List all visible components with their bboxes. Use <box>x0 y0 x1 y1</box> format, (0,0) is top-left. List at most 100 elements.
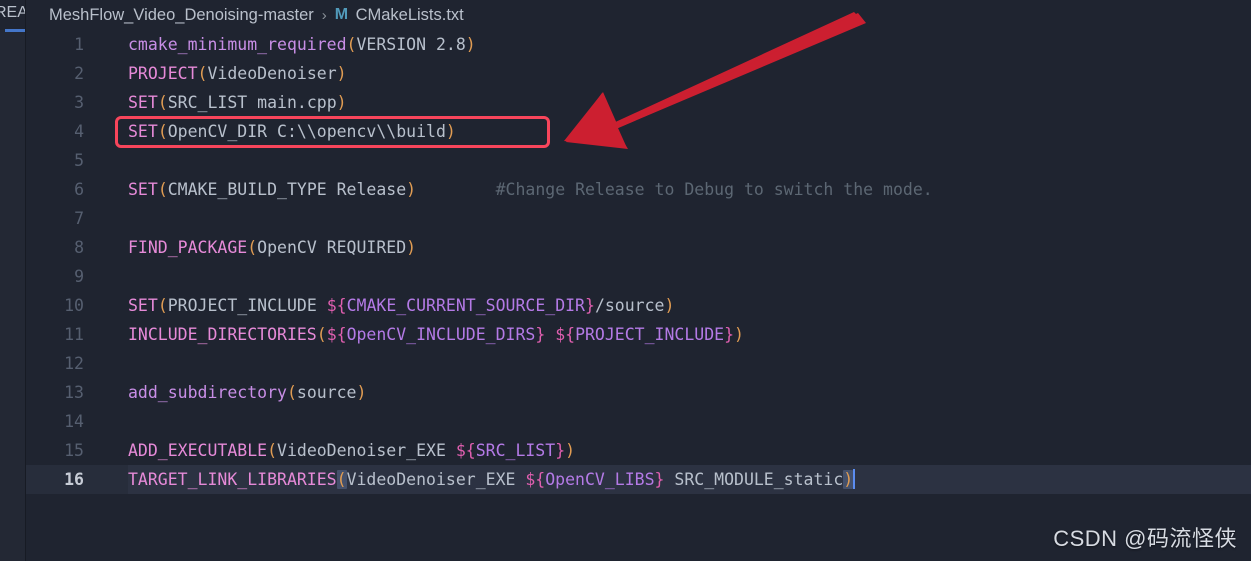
breadcrumb-separator-icon: › <box>321 6 327 24</box>
code-line[interactable]: 4 SET(OpenCV_DIR C:\\opencv\\build) <box>26 117 1251 146</box>
code-line[interactable]: 16 TARGET_LINK_LIBRARIES(VideoDenoiser_EX… <box>26 465 1251 494</box>
code-token: VideoDenoiser_EXE <box>277 441 456 460</box>
line-number: 12 <box>64 354 84 373</box>
breadcrumb-folder[interactable]: MeshFlow_Video_Denoising-master <box>49 6 314 25</box>
code-text[interactable]: SET(SRC_LIST main.cpp) <box>128 88 347 117</box>
code-token: ) <box>406 238 417 257</box>
code-token: OpenCV REQUIRED <box>257 238 407 257</box>
code-token: ( <box>316 325 327 344</box>
code-token: VERSION 2.8 <box>356 35 466 54</box>
code-token: CMAKE_BUILD_TYPE Release <box>167 180 407 199</box>
code-token: ) <box>465 35 476 54</box>
code-line[interactable]: 7 <box>26 204 1251 233</box>
code-token: source <box>296 383 357 402</box>
tab-readme[interactable]: REA <box>0 0 26 30</box>
code-line[interactable]: 13 add_subdirectory(source) <box>26 378 1251 407</box>
code-token: SRC_MODULE_static <box>664 470 844 489</box>
code-token: TARGET_LINK_LIBRARIES <box>128 470 337 489</box>
code-line[interactable]: 12 <box>26 349 1251 378</box>
code-token: CMAKE_CURRENT_SOURCE_DIR <box>346 296 585 315</box>
code-token: } <box>654 470 665 489</box>
code-line[interactable]: 3 SET(SRC_LIST main.cpp) <box>26 88 1251 117</box>
code-token: ) <box>356 383 367 402</box>
code-token: ( <box>286 383 297 402</box>
code-token: ) <box>664 296 675 315</box>
code-token: cmake_minimum_required <box>128 35 347 54</box>
breadcrumb-file[interactable]: CMakeLists.txt <box>356 6 464 25</box>
code-text[interactable]: TARGET_LINK_LIBRARIES(VideoDenoiser_EXE … <box>128 465 856 494</box>
code-token: PROJECT <box>128 64 198 83</box>
code-token: ( <box>336 470 347 489</box>
line-number: 10 <box>64 296 84 315</box>
code-token: VideoDenoiser_EXE <box>346 470 526 489</box>
code-token: ( <box>157 93 168 112</box>
code-token: } <box>555 441 566 460</box>
code-editor[interactable]: MeshFlow_Video_Denoising-master › M CMak… <box>26 0 1251 561</box>
code-lines-container[interactable]: 1 cmake_minimum_required(VERSION 2.8) 2 PRO… <box>26 30 1251 561</box>
code-token: ( <box>267 441 278 460</box>
tab-readme-label: REA <box>0 4 26 21</box>
line-number: 4 <box>74 122 84 141</box>
line-number: 9 <box>74 267 84 286</box>
code-line[interactable]: 15 ADD_EXECUTABLE(VideoDenoiser_EXE ${SRC… <box>26 436 1251 465</box>
code-token: SET <box>128 122 158 141</box>
code-line[interactable]: 10 SET(PROJECT_INCLUDE ${CMAKE_CURRENT_SO… <box>26 291 1251 320</box>
code-line[interactable]: 1 cmake_minimum_required(VERSION 2.8) <box>26 30 1251 59</box>
code-text[interactable]: FIND_PACKAGE(OpenCV REQUIRED) <box>128 233 416 262</box>
code-token: #Change Release to Debug to switch the m… <box>495 180 933 199</box>
code-text[interactable]: SET(OpenCV_DIR C:\\opencv\\build) <box>128 117 456 146</box>
code-token: OpenCV_INCLUDE_DIRS <box>346 325 536 344</box>
tab-active-underline <box>5 29 26 32</box>
line-number: 7 <box>74 209 84 228</box>
code-token: ( <box>197 64 208 83</box>
code-text[interactable]: cmake_minimum_required(VERSION 2.8) <box>128 30 476 59</box>
code-token: FIND_PACKAGE <box>128 238 248 257</box>
code-token: PROJECT_INCLUDE <box>575 325 725 344</box>
code-token: SRC_LIST main.cpp <box>167 93 337 112</box>
code-token: ( <box>157 180 168 199</box>
code-line[interactable]: 5 <box>26 146 1251 175</box>
code-token: ) <box>336 93 347 112</box>
code-text[interactable]: add_subdirectory(source) <box>128 378 366 407</box>
code-line[interactable]: 6 SET(CMAKE_BUILD_TYPE Release) #Change R… <box>26 175 1251 204</box>
line-number: 13 <box>64 383 84 402</box>
code-token: add_subdirectory <box>128 383 287 402</box>
code-token: OpenCV_LIBS <box>545 470 655 489</box>
code-text[interactable]: SET(CMAKE_BUILD_TYPE Release) #Change Re… <box>128 175 933 204</box>
code-token: ( <box>247 238 258 257</box>
code-token: } <box>535 325 546 344</box>
code-line[interactable]: 2 PROJECT(VideoDenoiser) <box>26 59 1251 88</box>
line-number: 3 <box>74 93 84 112</box>
code-token: SET <box>128 93 158 112</box>
code-line[interactable]: 14 <box>26 407 1251 436</box>
code-token: ${ <box>326 325 347 344</box>
code-token: ADD_EXECUTABLE <box>128 441 268 460</box>
editor-tab-strip: REA <box>0 0 26 561</box>
code-token: ) <box>445 122 456 141</box>
code-text[interactable]: SET(PROJECT_INCLUDE ${CMAKE_CURRENT_SOUR… <box>128 291 674 320</box>
code-token: ( <box>346 35 357 54</box>
line-number: 5 <box>74 151 84 170</box>
code-token: ${ <box>525 470 546 489</box>
code-text[interactable]: PROJECT(VideoDenoiser) <box>128 59 347 88</box>
line-number: 11 <box>64 325 84 344</box>
code-line[interactable]: 8 FIND_PACKAGE(OpenCV REQUIRED) <box>26 233 1251 262</box>
line-number: 14 <box>64 412 84 431</box>
line-number: 16 <box>64 470 84 489</box>
code-token: SET <box>128 180 158 199</box>
code-token: ${ <box>455 441 476 460</box>
code-line[interactable]: 11 INCLUDE_DIRECTORIES(${OpenCV_INCLUDE_D… <box>26 320 1251 349</box>
code-text[interactable]: INCLUDE_DIRECTORIES(${OpenCV_INCLUDE_DIR… <box>128 320 744 349</box>
line-number: 6 <box>74 180 84 199</box>
code-text[interactable]: ADD_EXECUTABLE(VideoDenoiser_EXE ${SRC_L… <box>128 436 575 465</box>
code-token: VideoDenoiser <box>207 64 337 83</box>
breadcrumb[interactable]: MeshFlow_Video_Denoising-master › M CMak… <box>26 0 1251 30</box>
code-token: INCLUDE_DIRECTORIES <box>128 325 317 344</box>
code-token: ) <box>843 470 854 489</box>
code-token: SRC_LIST <box>475 441 556 460</box>
cmake-file-icon: M <box>334 6 348 23</box>
code-line[interactable]: 9 <box>26 262 1251 291</box>
code-token: SET <box>128 296 158 315</box>
